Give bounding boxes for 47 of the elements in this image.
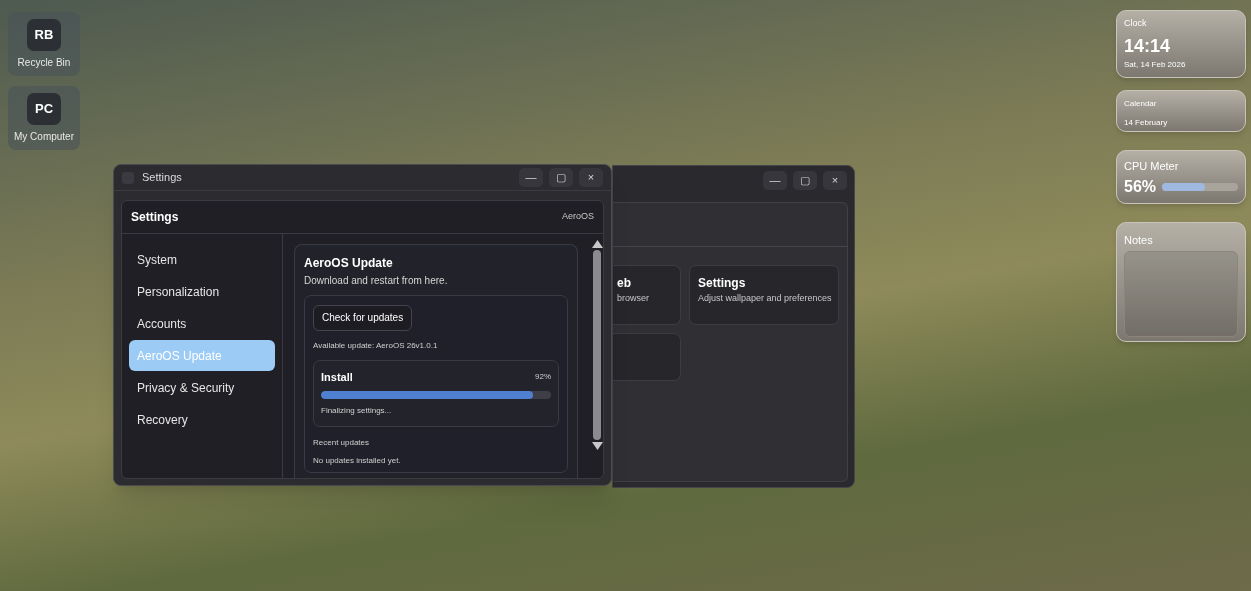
- widget-title: CPU Meter: [1124, 159, 1180, 174]
- sidebar-item[interactable]: Accounts: [129, 308, 275, 339]
- install-title: Install: [321, 369, 353, 385]
- recent-text: No updates installed yet.: [313, 454, 402, 467]
- update-info: Available update: AeroOS 26v1.0.1: [313, 339, 439, 352]
- install-percent: 92%: [535, 370, 551, 383]
- sidebar-item[interactable]: Recovery: [129, 404, 275, 435]
- desktop-icon[interactable]: PC My Computer: [8, 86, 80, 150]
- card-description: Adjust wallpaper and preferences: [698, 292, 830, 305]
- calendar-date: 14 February: [1124, 117, 1169, 129]
- maximize-button[interactable]: ▢: [793, 170, 817, 190]
- maximize-button[interactable]: ▢: [549, 168, 573, 187]
- app-card[interactable]: Settings Adjust wallpaper and preferences: [689, 265, 839, 325]
- sidebar-item[interactable]: System: [129, 244, 275, 275]
- card-title: Settings: [698, 275, 747, 292]
- close-button[interactable]: ×: [579, 168, 603, 187]
- scroll-down-icon[interactable]: [591, 442, 603, 450]
- close-button[interactable]: ×: [823, 170, 847, 190]
- card-description: browser: [617, 292, 650, 305]
- minimize-button[interactable]: —: [519, 168, 543, 187]
- desktop-icon[interactable]: RB Recycle Bin: [8, 12, 80, 76]
- sidebar-item[interactable]: Privacy & Security: [129, 372, 275, 403]
- app-card[interactable]: eb browser: [613, 265, 681, 325]
- scroll-up-icon[interactable]: [591, 240, 603, 248]
- scrollbar-thumb[interactable]: [593, 250, 601, 440]
- widget-title: Notes: [1124, 233, 1154, 248]
- app-icon: RB: [27, 18, 61, 51]
- widget-title: Clock: [1124, 17, 1148, 30]
- cpu-value: 56%: [1124, 176, 1157, 197]
- notes-field[interactable]: [1124, 250, 1238, 337]
- section-title: AeroOS Update: [304, 255, 394, 271]
- widget-title: Calendar: [1124, 98, 1158, 110]
- clock-time: 14:14: [1124, 34, 1172, 58]
- section-subtitle: Download and restart from here.: [304, 274, 449, 288]
- minimize-button[interactable]: —: [763, 170, 787, 190]
- install-status: Finalizing settings...: [321, 405, 393, 417]
- icon-label: My Computer: [14, 129, 74, 144]
- app-icon: PC: [27, 92, 61, 125]
- brand-label: AeroOS: [562, 210, 594, 224]
- clock-date: Sat, 14 Feb 2026: [1124, 58, 1187, 71]
- check-updates-button[interactable]: Check for updates: [313, 304, 413, 331]
- window-title: Settings: [142, 170, 183, 186]
- icon-label: Recycle Bin: [17, 55, 71, 70]
- panel-title: Settings: [131, 209, 179, 226]
- recent-heading: Recent updates: [313, 436, 371, 449]
- card-title: eb: [617, 275, 632, 292]
- sidebar-item[interactable]: Personalization: [129, 276, 275, 307]
